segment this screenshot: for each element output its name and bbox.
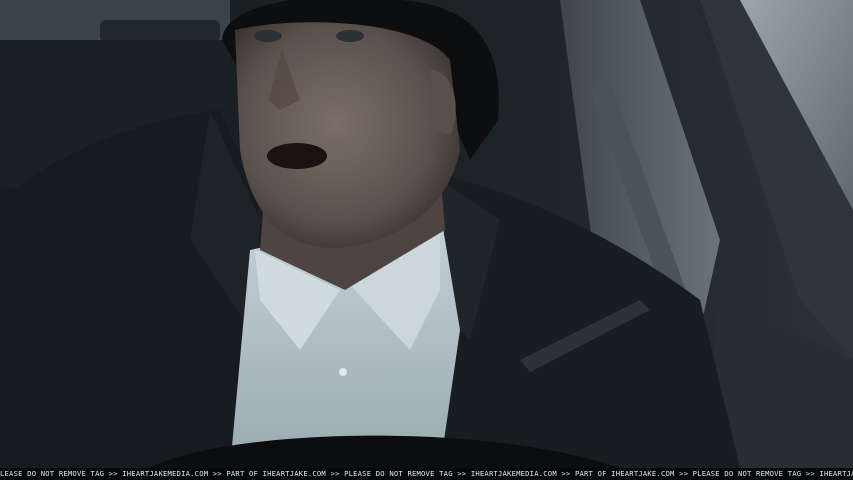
open-mouth xyxy=(267,143,327,169)
car-interior-scene xyxy=(0,0,853,468)
watermark-strip: LEASE DO NOT REMOVE TAG >> IHEARTJAKEMED… xyxy=(0,468,853,480)
watermark-text: LEASE DO NOT REMOVE TAG >> IHEARTJAKEMED… xyxy=(0,469,853,478)
shirt-button xyxy=(339,368,347,376)
movie-still-frame: LEASE DO NOT REMOVE TAG >> IHEARTJAKEMED… xyxy=(0,0,853,480)
left-eye xyxy=(254,30,282,42)
rear-seat-headrest xyxy=(100,20,220,42)
right-eye xyxy=(336,30,364,42)
